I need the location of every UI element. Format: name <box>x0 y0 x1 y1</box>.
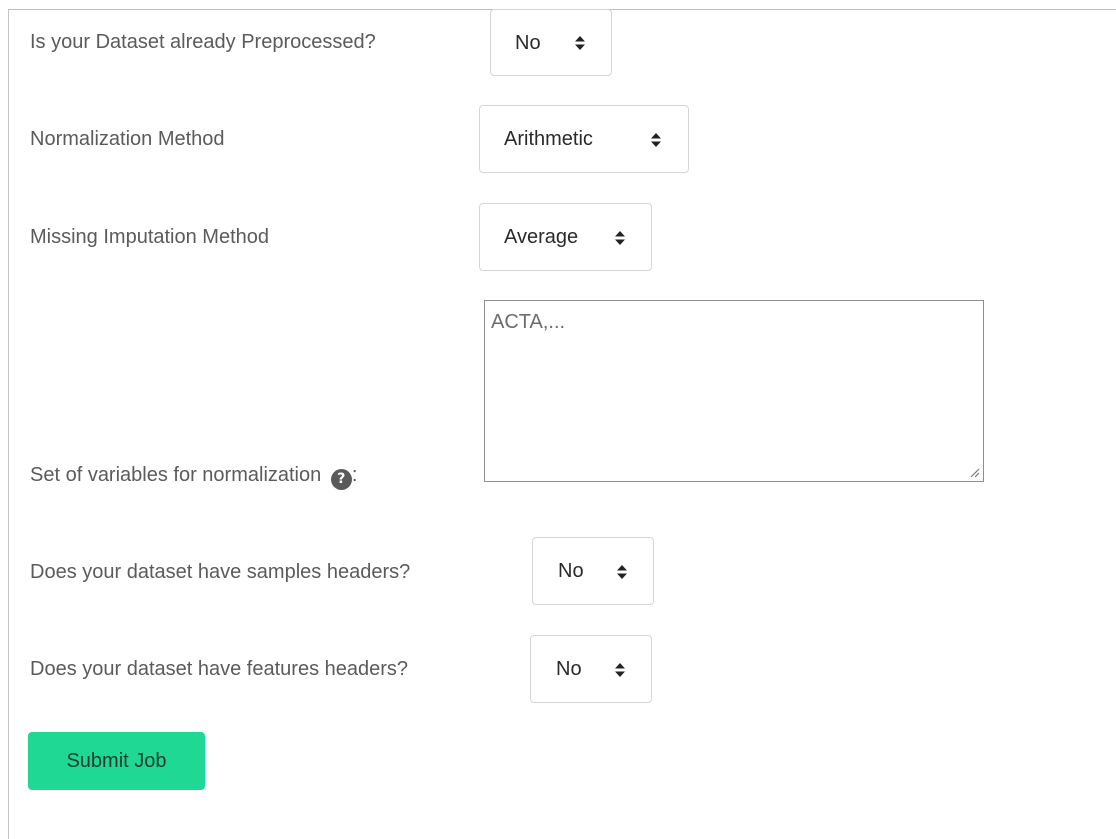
normalization-select-value: Arithmetic <box>504 128 593 150</box>
question-circle-icon[interactable]: ? <box>330 469 352 490</box>
normalization-label: Normalization Method <box>30 128 225 150</box>
sort-icon <box>575 36 585 50</box>
submit-job-button[interactable]: Submit Job <box>28 732 205 790</box>
sort-icon <box>617 565 627 579</box>
sort-icon <box>615 231 625 245</box>
resize-grip-icon[interactable] <box>968 466 980 478</box>
variables-label-colon: : <box>351 464 358 486</box>
samples-headers-select-value: No <box>558 560 584 582</box>
imputation-select-value: Average <box>504 226 579 248</box>
samples-headers-label: Does your dataset have samples headers? <box>30 561 411 583</box>
features-headers-select-value: No <box>556 658 582 680</box>
features-headers-label: Does your dataset have features headers? <box>30 658 409 680</box>
imputation-select[interactable]: Average <box>479 203 652 271</box>
sort-icon <box>651 133 661 147</box>
variables-placeholder: ACTA,... <box>491 311 566 333</box>
preprocessed-select-value: No <box>515 31 541 54</box>
preprocessed-select[interactable]: No <box>490 9 612 76</box>
sort-icon <box>615 663 625 677</box>
imputation-label: Missing Imputation Method <box>30 226 270 248</box>
preprocessed-label: Is your Dataset already Preprocessed? <box>30 31 376 53</box>
features-headers-select[interactable]: No <box>530 635 652 703</box>
samples-headers-select[interactable]: No <box>532 537 654 605</box>
variables-label-row: Set of variables for normalization ?: <box>30 463 357 490</box>
normalization-select[interactable]: Arithmetic <box>479 105 689 173</box>
variables-textarea[interactable]: ACTA,... <box>484 300 984 482</box>
variables-label: Set of variables for normalization <box>30 464 322 486</box>
